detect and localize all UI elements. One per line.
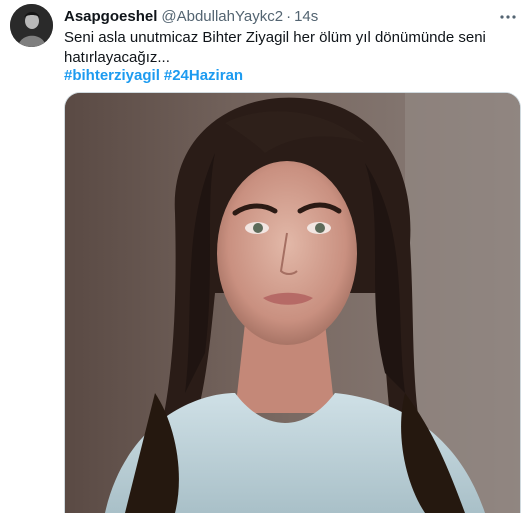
- more-horizontal-icon: [500, 15, 516, 19]
- photo-of-woman: [65, 93, 520, 513]
- more-options-button[interactable]: [497, 6, 519, 28]
- display-name[interactable]: Asapgoeshel: [64, 8, 157, 25]
- tweet-text: Seni asla unutmicaz Bihter Ziyagil her ö…: [64, 29, 486, 66]
- hashtag-link[interactable]: #24Haziran: [164, 67, 243, 84]
- tweet-header: Asapgoeshel @AbdullahYaykc2 · 14s: [64, 7, 318, 27]
- tweet-image[interactable]: [64, 92, 521, 513]
- user-handle[interactable]: @AbdullahYaykc2: [161, 8, 283, 25]
- hashtags: #bihterziyagil #24Haziran: [64, 66, 243, 86]
- tweet[interactable]: Asapgoeshel @AbdullahYaykc2 · 14s Seni asla…: [0, 0, 531, 513]
- avatar[interactable]: [10, 4, 53, 47]
- timestamp[interactable]: 14s: [294, 8, 318, 25]
- hashtag-link[interactable]: #bihterziyagil: [64, 67, 160, 84]
- separator-dot: ·: [286, 8, 292, 25]
